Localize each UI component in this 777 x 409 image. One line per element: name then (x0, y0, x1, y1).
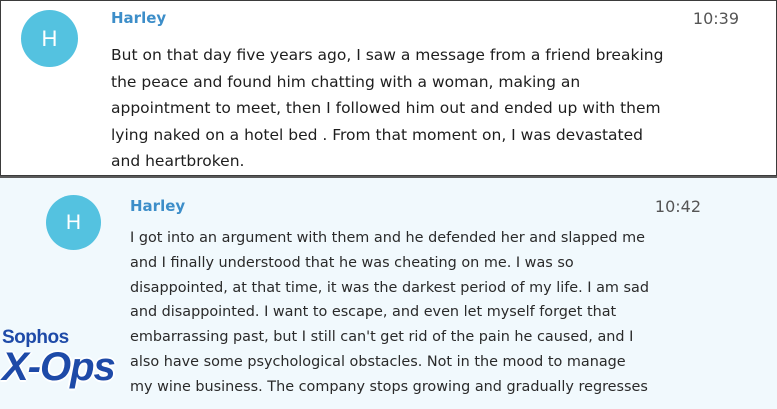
message-timestamp: 10:42 (654, 197, 701, 216)
message-panel-1: H Harley 10:39 But on that day five year… (0, 0, 777, 176)
sophos-xops-watermark: Sophos X-Ops (2, 327, 120, 407)
watermark-product: X-Ops (2, 345, 116, 389)
message-text: I got into an argument with them and he … (130, 230, 649, 395)
message-timestamp: 10:39 (692, 9, 739, 28)
avatar[interactable]: H (21, 10, 78, 67)
avatar[interactable]: H (46, 195, 101, 250)
message-text: But on that day five years ago, I saw a … (111, 46, 664, 171)
message-author[interactable]: Harley (111, 9, 166, 27)
message-author[interactable]: Harley (130, 197, 185, 215)
